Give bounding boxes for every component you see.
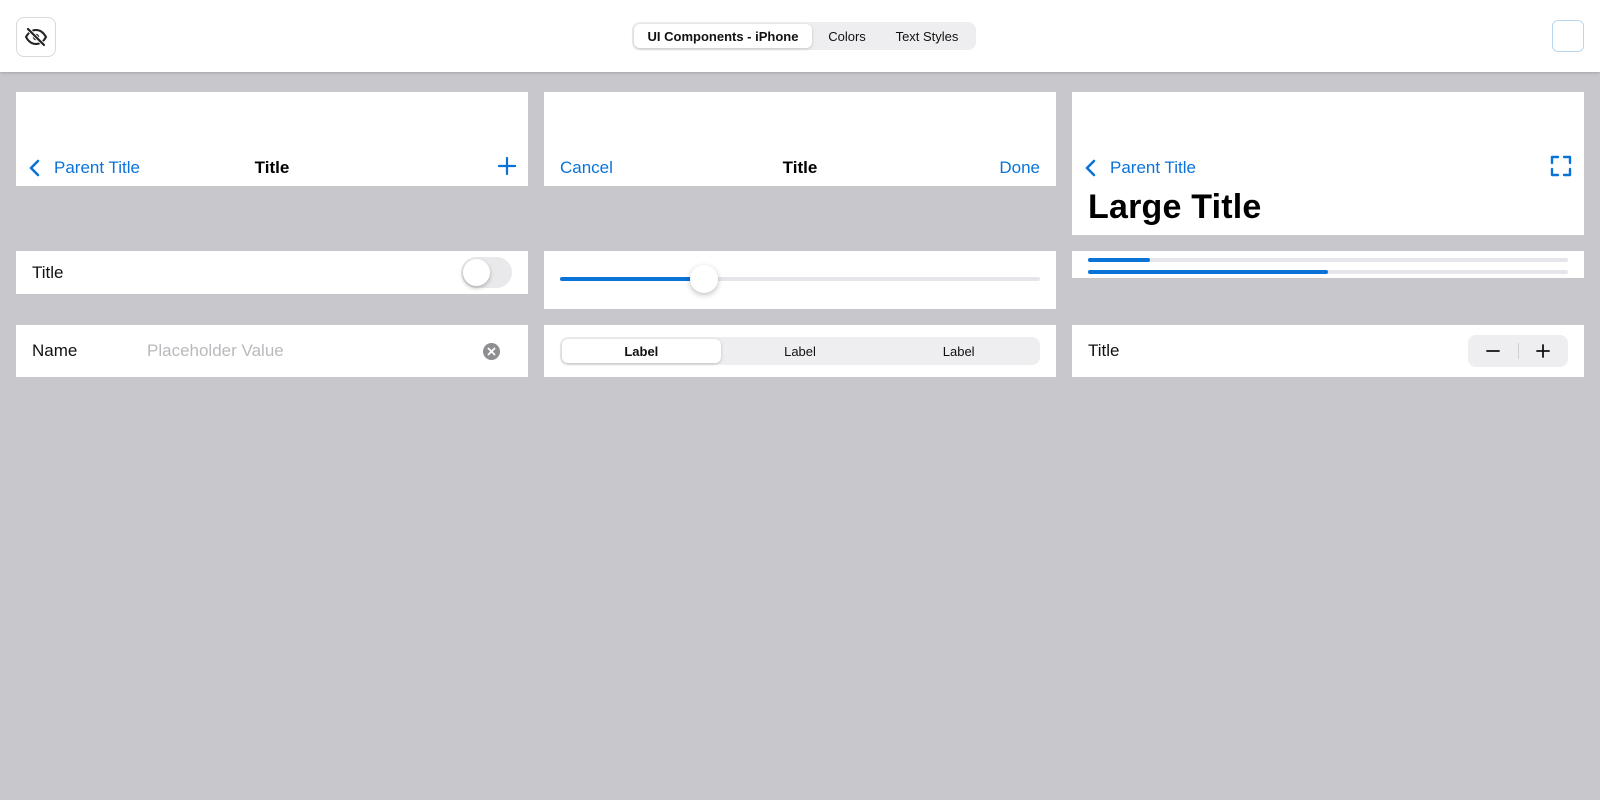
- back-button[interactable]: Parent Title: [28, 158, 140, 178]
- stepper-row: Title: [1072, 325, 1584, 377]
- plus-icon: [497, 156, 517, 175]
- toggle-knob: [463, 259, 490, 286]
- segment-3[interactable]: Label: [879, 339, 1038, 363]
- plus-icon: [1536, 344, 1551, 358]
- cancel-button[interactable]: Cancel: [560, 158, 613, 178]
- decrement-button[interactable]: [1468, 335, 1518, 367]
- fullscreen-icon: [1550, 155, 1572, 176]
- top-toolbar: UI Components - iPhone Colors Text Style…: [0, 0, 1600, 72]
- segment-2[interactable]: Label: [721, 339, 880, 363]
- nav-bar-modal: Cancel Title Done: [544, 92, 1056, 186]
- back-label: Parent Title: [1110, 158, 1196, 177]
- nav-bar-large-title: Parent Title Large Title: [1072, 92, 1584, 235]
- toggle-row: Title: [16, 251, 528, 294]
- add-button[interactable]: [497, 156, 517, 180]
- clear-icon[interactable]: [483, 343, 500, 360]
- tab-text-styles[interactable]: Text Styles: [882, 24, 972, 48]
- eye-slash-icon: [24, 27, 48, 47]
- chevron-left-icon: [29, 159, 40, 177]
- segment-1[interactable]: Label: [562, 339, 721, 363]
- toggle-switch[interactable]: [461, 257, 512, 288]
- stepper-row-label: Title: [1088, 341, 1120, 360]
- tab-ui-components[interactable]: UI Components - iPhone: [634, 24, 812, 48]
- progress-bar-2: [1088, 270, 1568, 274]
- nav-title: Title: [782, 158, 818, 177]
- toggle-row-label: Title: [32, 263, 64, 282]
- fullscreen-button[interactable]: [1550, 155, 1572, 182]
- segmented-control: Label Label Label: [560, 337, 1040, 365]
- tab-colors[interactable]: Colors: [812, 24, 882, 48]
- page-tabs: UI Components - iPhone Colors Text Style…: [632, 22, 976, 50]
- back-button[interactable]: Parent Title: [1084, 158, 1196, 178]
- large-title: Large Title: [1088, 188, 1262, 226]
- back-label: Parent Title: [54, 158, 140, 177]
- slider-card: [544, 251, 1056, 309]
- nav-bar-standard: Parent Title Title: [16, 92, 528, 186]
- increment-button[interactable]: [1519, 335, 1569, 367]
- slider-track[interactable]: [560, 265, 1040, 293]
- progress-fill-2: [1088, 270, 1328, 274]
- done-button[interactable]: Done: [999, 158, 1040, 178]
- minus-icon: [1485, 350, 1500, 352]
- visibility-toggle-button[interactable]: [16, 17, 56, 57]
- quantity-stepper: [1468, 335, 1568, 367]
- name-input[interactable]: Placeholder Value: [147, 341, 284, 361]
- text-field-row: Name Placeholder Value: [16, 325, 528, 377]
- progress-bar-1: [1088, 258, 1568, 262]
- progress-fill-1: [1088, 258, 1151, 262]
- chevron-left-icon: [1085, 159, 1096, 177]
- segmented-control-card: Label Label Label: [544, 325, 1056, 377]
- slider-fill: [560, 277, 704, 281]
- toolbar-right-button[interactable]: [1552, 20, 1584, 52]
- slider-thumb[interactable]: [690, 265, 718, 293]
- progress-card: [1072, 251, 1584, 278]
- text-field-label: Name: [32, 341, 78, 360]
